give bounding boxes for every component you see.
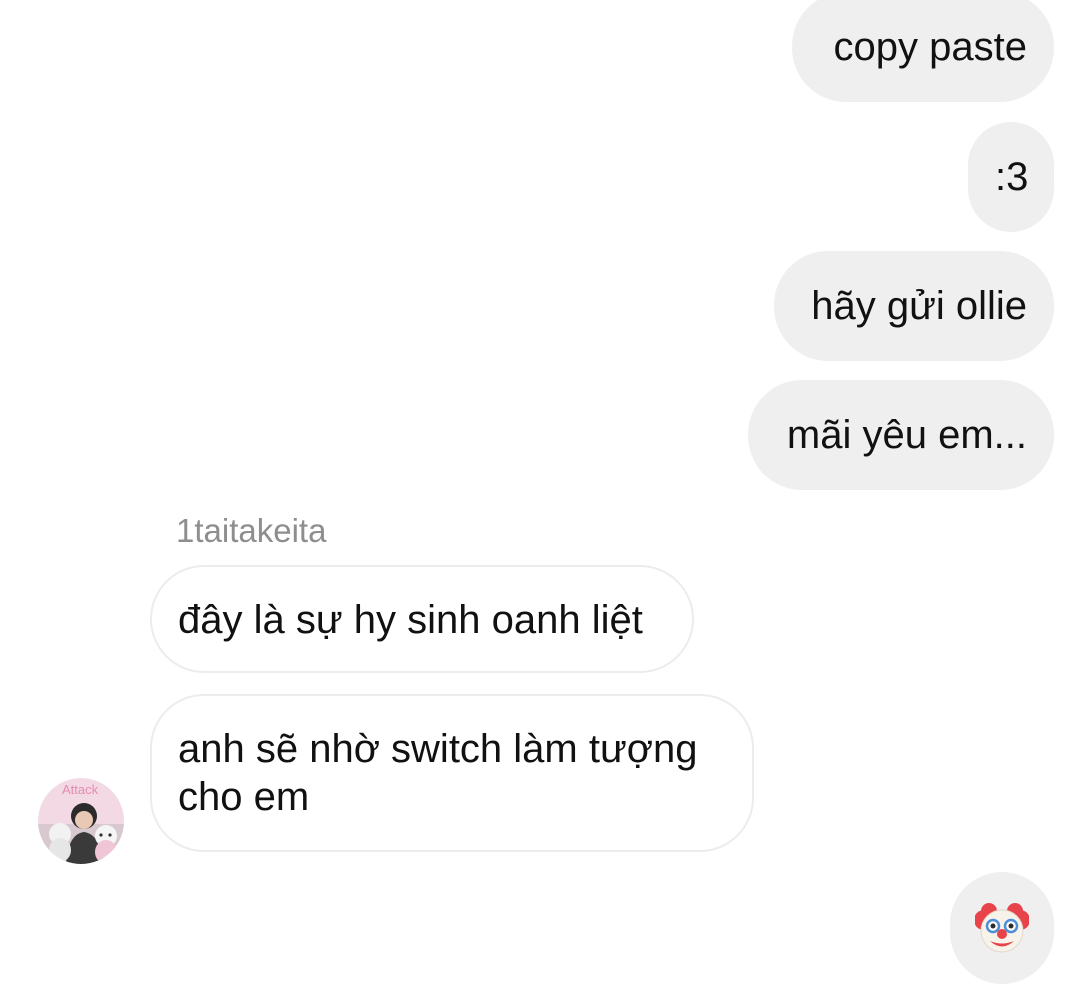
incoming-message[interactable]: anh sẽ nhờ switch làm tượng cho em <box>150 694 754 852</box>
clown-face-emoji-icon <box>975 903 1029 953</box>
outgoing-message[interactable]: copy paste <box>792 0 1054 102</box>
outgoing-message[interactable]: mãi yêu em... <box>748 380 1054 490</box>
emoji-message[interactable] <box>950 872 1054 984</box>
avatar-watermark: Attack <box>62 782 99 797</box>
sender-avatar[interactable]: Attack <box>38 778 124 864</box>
outgoing-message[interactable]: hãy gửi ollie <box>774 251 1054 361</box>
avatar-image: Attack <box>38 778 124 864</box>
sender-username[interactable]: 1taitakeita <box>176 512 326 550</box>
outgoing-message[interactable]: :3 <box>968 122 1054 232</box>
incoming-message[interactable]: đây là sự hy sinh oanh liệt <box>150 565 694 673</box>
